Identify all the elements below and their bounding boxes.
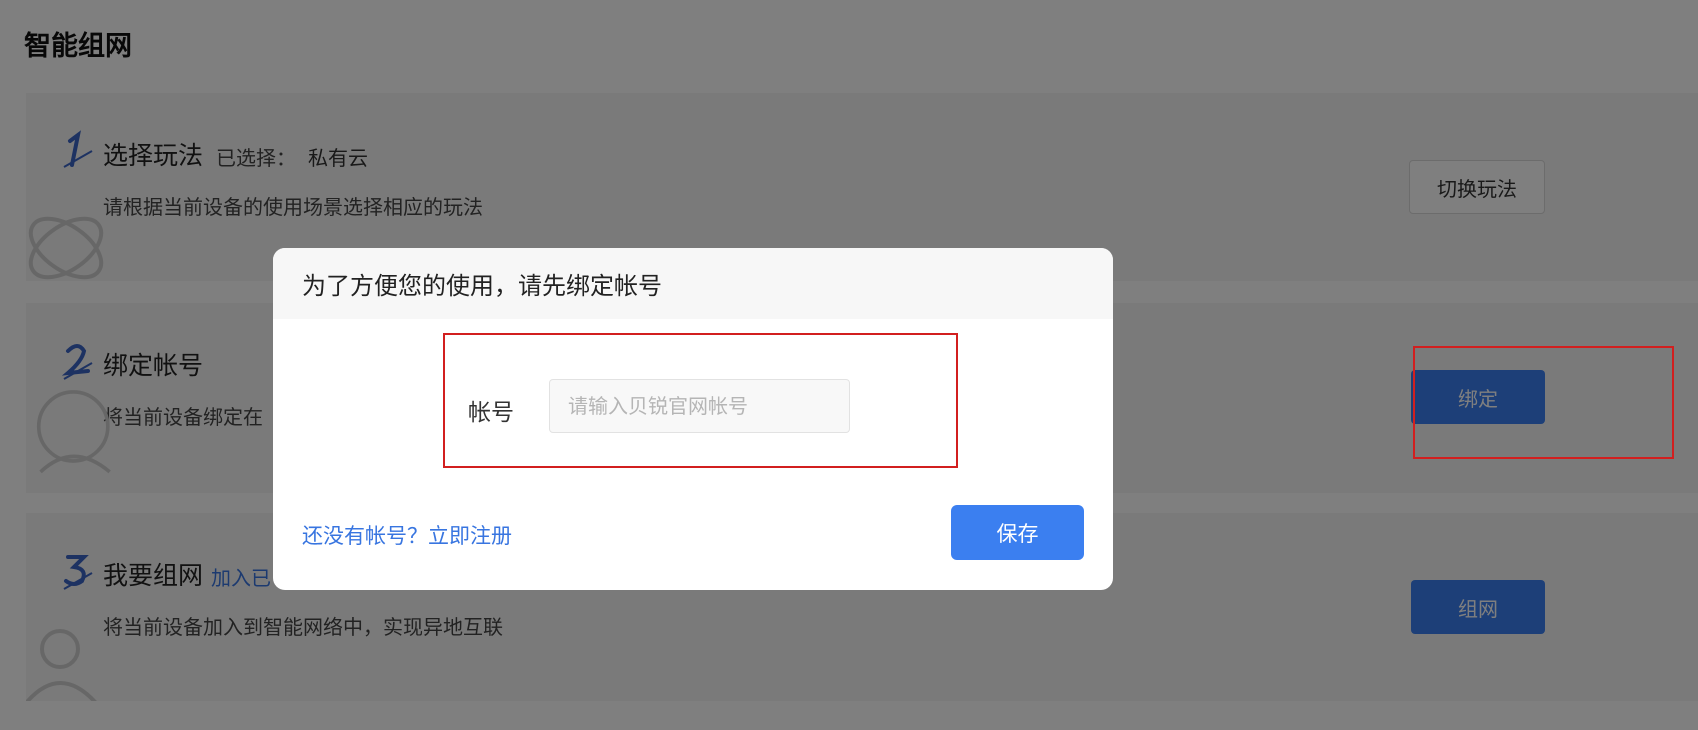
bind-account-dialog: 为了方便您的使用，请先绑定帐号 帐号 还没有帐号？立即注册 保存	[273, 248, 1113, 590]
account-label: 帐号	[468, 400, 514, 426]
highlight-box	[1413, 346, 1674, 459]
account-input[interactable]	[549, 379, 850, 433]
dialog-title: 为了方便您的使用，请先绑定帐号	[273, 248, 1113, 319]
register-link[interactable]: 还没有帐号？立即注册	[302, 520, 512, 550]
save-button[interactable]: 保存	[951, 505, 1084, 560]
